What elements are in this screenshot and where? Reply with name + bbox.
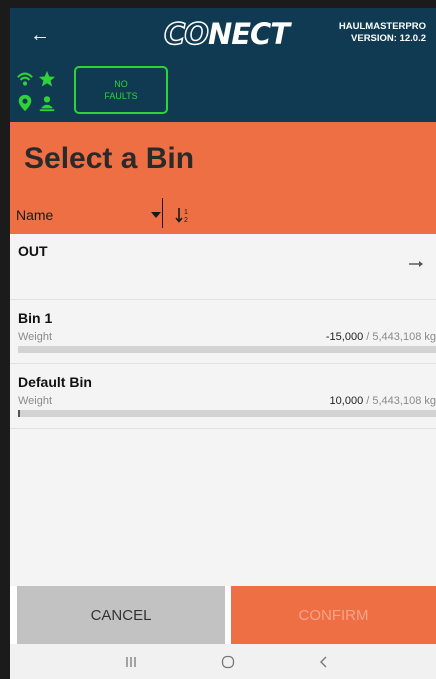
- bin-list: OUT Bin 1 Weight -15,000 / 5,443,108 kg …: [10, 234, 436, 586]
- weight-label: Weight: [18, 395, 53, 407]
- chevron-down-icon: [151, 212, 161, 218]
- sort-divider: [162, 198, 163, 228]
- weight-progress-fill: [18, 410, 21, 417]
- logo-suffix: NECT: [207, 17, 290, 51]
- weight-progress-bar: [18, 346, 436, 353]
- title-area: Select a Bin Name 1 2: [10, 122, 436, 234]
- page-title: Select a Bin: [24, 142, 195, 175]
- bin-row-bin-1[interactable]: Bin 1 Weight -15,000 / 5,443,108 kg: [10, 300, 436, 364]
- bin-row-default-bin[interactable]: Default Bin Weight 10,000 / 5,443,108 kg: [10, 364, 436, 429]
- app-name: HAULMASTERPRO: [338, 21, 426, 32]
- back-arrow-icon[interactable]: ←: [26, 22, 54, 48]
- bin-name: Default Bin: [18, 374, 92, 390]
- confirm-button[interactable]: CONFIRM: [231, 586, 436, 644]
- sort-field-dropdown[interactable]: Name: [14, 200, 162, 230]
- sort-ascending-icon[interactable]: 1 2: [174, 205, 194, 225]
- arrow-right-icon: [409, 261, 423, 267]
- weight-label: Weight: [18, 331, 53, 343]
- app-version: VERSION: 12.0.2: [351, 33, 426, 44]
- svg-text:2: 2: [184, 217, 188, 224]
- cancel-button[interactable]: CANCEL: [17, 586, 225, 644]
- weight-current: 10,000: [329, 395, 364, 407]
- sort-field-label: Name: [16, 207, 54, 223]
- bin-name: OUT: [18, 243, 48, 259]
- app-header: ← CONECT HAULMASTERPRO VERSION: 12.0.2: [10, 8, 436, 60]
- status-icons: [16, 66, 66, 116]
- system-nav-bar: [10, 644, 436, 679]
- device-screen: ← CONECT HAULMASTERPRO VERSION: 12.0.2 N…: [10, 8, 436, 679]
- person-icon: [39, 96, 55, 112]
- svg-text:1: 1: [184, 209, 188, 216]
- star-icon: [38, 70, 56, 87]
- weight-progress-bar: [18, 410, 436, 417]
- faults-status-button[interactable]: NO FAULTS: [74, 66, 168, 114]
- weight-value: -15,000 / 5,443,108 kg: [326, 331, 436, 343]
- weight-value: 10,000 / 5,443,108 kg: [330, 395, 436, 407]
- bin-row-out[interactable]: OUT: [10, 234, 436, 300]
- app-logo: CONECT: [163, 16, 290, 52]
- wifi-icon: [17, 72, 33, 86]
- version-info: HAULMASTERPRO VERSION: 12.0.2: [339, 21, 426, 45]
- logo-prefix: CO: [163, 16, 209, 52]
- weight-capacity: / 5,443,108 kg: [366, 331, 436, 343]
- recent-apps-icon[interactable]: [121, 652, 141, 672]
- home-icon[interactable]: [218, 652, 238, 672]
- weight-current: -15,000: [325, 331, 364, 343]
- location-pin-icon: [18, 94, 32, 112]
- back-icon[interactable]: [314, 652, 334, 672]
- bin-name: Bin 1: [18, 310, 53, 326]
- weight-capacity: / 5,443,108 kg: [366, 395, 436, 407]
- status-bar: NO FAULTS: [10, 60, 436, 122]
